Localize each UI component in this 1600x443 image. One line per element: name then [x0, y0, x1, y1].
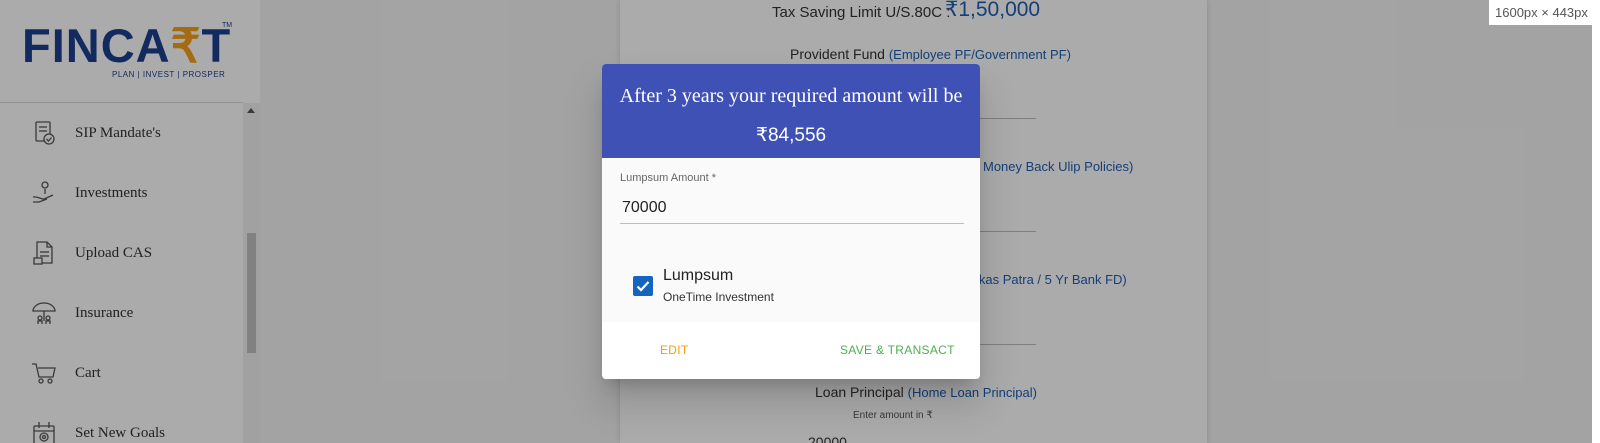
checkmark-icon — [636, 281, 650, 292]
lumpsum-checkbox-subtitle: OneTime Investment — [663, 290, 774, 304]
dialog-title: After 3 years your required amount will … — [619, 85, 963, 107]
required-amount: ₹84,556 — [755, 125, 827, 146]
dialog-header: After 3 years your required amount will … — [602, 64, 980, 158]
goal-amount-dialog: After 3 years your required amount will … — [602, 64, 980, 379]
lumpsum-checkbox-title: Lumpsum — [663, 267, 734, 284]
dialog-body: Lumpsum Amount * Lumpsum OneTime Investm… — [602, 158, 980, 322]
lumpsum-amount-input[interactable] — [620, 192, 964, 224]
dialog-actions: EDIT SAVE & TRANSACT — [602, 322, 980, 379]
edit-button[interactable]: EDIT — [650, 337, 699, 363]
window-edge — [1592, 0, 1600, 443]
lumpsum-amount-label: Lumpsum Amount * — [620, 172, 716, 184]
screen-size-badge: 1600px × 443px — [1489, 0, 1600, 25]
save-transact-button[interactable]: SAVE & TRANSACT — [830, 337, 965, 363]
lumpsum-checkbox[interactable] — [633, 276, 653, 296]
